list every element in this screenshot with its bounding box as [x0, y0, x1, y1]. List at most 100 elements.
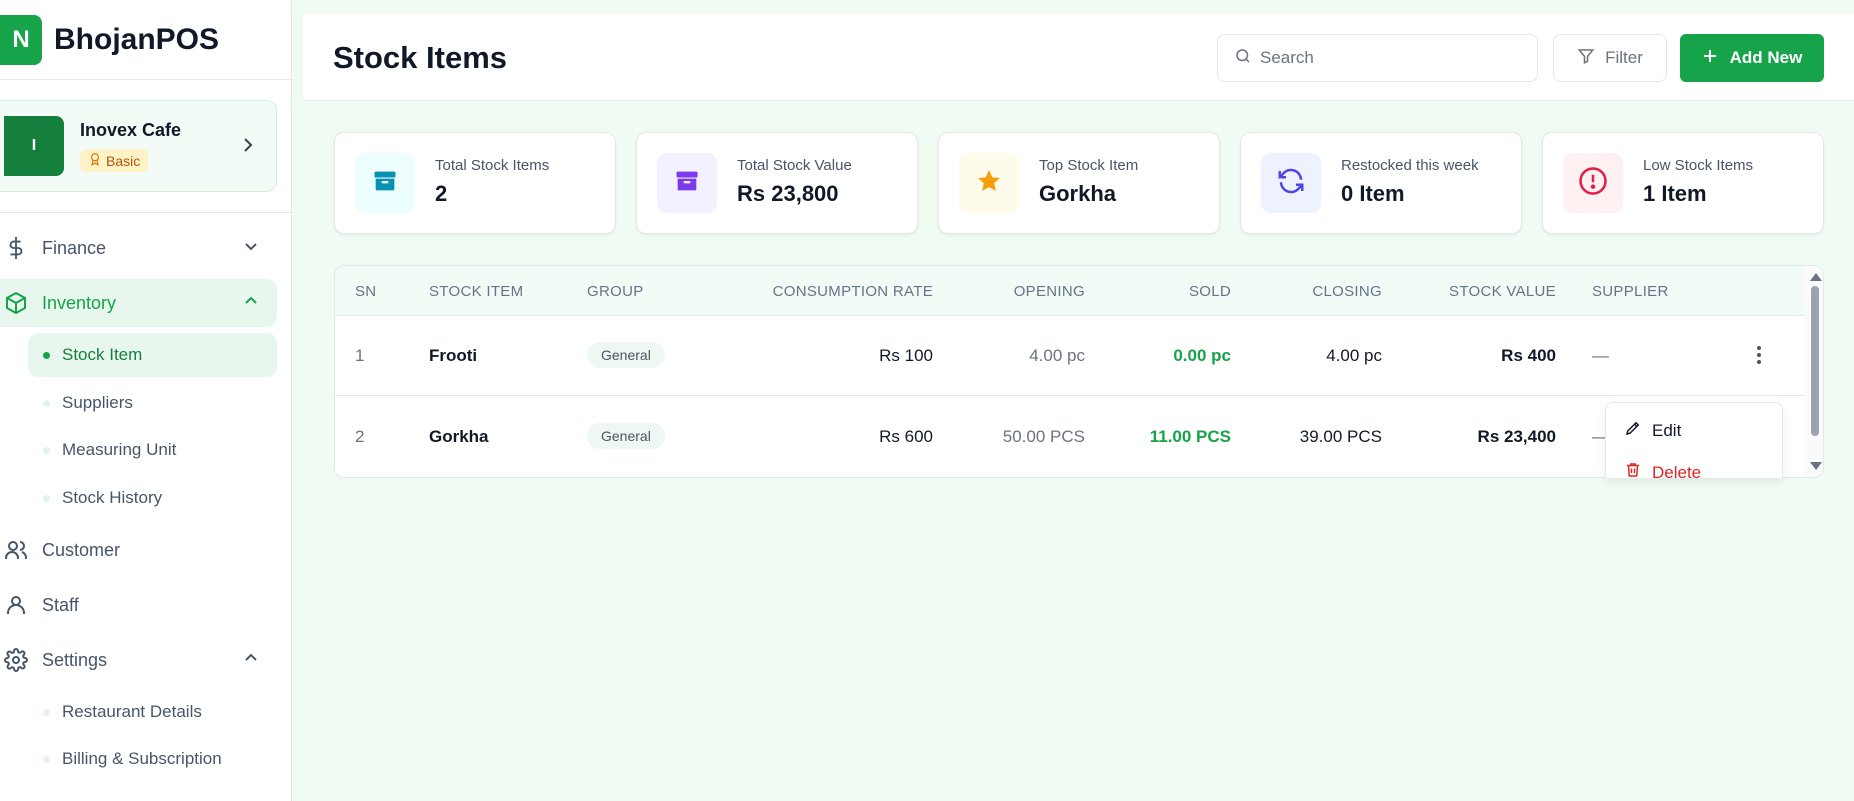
dollar-icon [2, 234, 30, 262]
stat-icon-box [959, 153, 1019, 213]
archive-icon [673, 167, 701, 200]
chevron-right-icon [240, 135, 256, 161]
column-header[interactable]: SOLD [1189, 283, 1231, 300]
sidebar-item-inventory[interactable]: Inventory [0, 279, 277, 327]
stat-label: Top Stock Item [1039, 157, 1139, 174]
sidebar-item-settings[interactable]: Settings [0, 636, 277, 684]
gear-icon [2, 646, 30, 674]
bullet [43, 755, 50, 763]
badge-icon [88, 152, 102, 169]
group-badge: General [587, 342, 665, 368]
column-header[interactable]: GROUP [587, 283, 644, 300]
bullet [43, 351, 50, 359]
column-header[interactable]: SN [355, 283, 376, 300]
star-icon [976, 168, 1002, 199]
cell-supplier: — [1592, 346, 1609, 365]
table-scrollbar[interactable] [1805, 266, 1823, 477]
stat-card-total-items: Total Stock Items 2 [334, 132, 616, 234]
column-header[interactable]: CONSUMPTION RATE [773, 283, 933, 300]
brand-logo: N [0, 14, 42, 65]
sidebar-subitem-label: Measuring Unit [62, 440, 177, 459]
row-action-menu: Edit Delete [1605, 402, 1783, 478]
stat-value: 0 Item [1341, 181, 1405, 206]
scroll-thumb[interactable] [1811, 286, 1819, 436]
stat-value: 1 Item [1643, 181, 1707, 206]
sidebar-subitem-billing[interactable]: Billing & Subscription [28, 737, 277, 781]
sidebar-subitem-stock-item[interactable]: Stock Item [28, 333, 277, 377]
cell-stock-value: Rs 400 [1501, 346, 1556, 365]
stat-icon-box [657, 153, 717, 213]
package-icon [2, 289, 30, 317]
edit-menu-item[interactable]: Edit [1624, 419, 1681, 442]
delete-menu-item[interactable]: Delete [1624, 461, 1701, 478]
stat-icon-box [1261, 153, 1321, 213]
sidebar-item-label: Staff [42, 594, 79, 615]
stat-label: Restocked this week [1341, 157, 1479, 174]
restaurant-avatar: I [4, 116, 64, 176]
cell-stock-value: Rs 23,400 [1477, 427, 1556, 446]
scroll-up-arrow[interactable] [1810, 273, 1822, 281]
restaurant-switcher[interactable]: I Inovex Cafe Basic [0, 100, 277, 192]
user-icon [2, 591, 30, 619]
cell-sn: 1 [355, 346, 365, 365]
sidebar-subitem-label: Suppliers [62, 393, 133, 412]
restaurant-name: Inovex Cafe [80, 120, 182, 140]
sidebar-item-label: Settings [42, 649, 108, 670]
sidebar-item-customer[interactable]: Customer [0, 526, 277, 574]
more-vertical-icon[interactable] [1756, 344, 1762, 371]
cell-sold: 0.00 pc [1173, 346, 1231, 365]
table-header: SN STOCK ITEM GROUP CONSUMPTION RATE OPE… [335, 266, 1805, 316]
add-new-label: Add New [1729, 48, 1803, 67]
filter-icon [1577, 47, 1595, 70]
page-title: Stock Items [333, 40, 508, 75]
sidebar-subitem-restaurant-details[interactable]: Restaurant Details [28, 690, 277, 734]
stat-value: Gorkha [1039, 181, 1117, 206]
add-new-button[interactable]: Add New [1680, 34, 1824, 82]
plus-icon [1702, 48, 1718, 69]
stat-card-total-value: Total Stock Value Rs 23,800 [636, 132, 918, 234]
cell-closing: 4.00 pc [1326, 346, 1382, 365]
stat-card-low-stock: Low Stock Items 1 Item [1542, 132, 1824, 234]
column-header[interactable]: STOCK VALUE [1449, 283, 1556, 300]
cell-consumption-rate: Rs 600 [879, 427, 933, 446]
cell-opening: 4.00 pc [1029, 346, 1085, 365]
plan-badge: Basic [80, 149, 149, 172]
sidebar-item-label: Finance [42, 237, 107, 258]
stat-label: Total Stock Value [737, 157, 852, 174]
column-header[interactable]: STOCK ITEM [429, 283, 523, 300]
brand-name: BhojanPOS [54, 22, 220, 56]
column-header[interactable]: SUPPLIER [1592, 283, 1669, 300]
plan-label: Basic [106, 152, 141, 169]
search-input[interactable] [1260, 48, 1520, 68]
sidebar-item-staff[interactable]: Staff [0, 581, 277, 629]
chevron-up-icon [243, 293, 259, 314]
sidebar-subitem-label: Restaurant Details [62, 702, 202, 721]
sidebar-item-label: Inventory [42, 292, 117, 313]
sidebar-item-finance[interactable]: Finance [0, 224, 277, 272]
pencil-icon [1624, 419, 1642, 442]
column-header[interactable]: CLOSING [1312, 283, 1382, 300]
bullet [43, 446, 50, 454]
sidebar-subitem-measuring-unit[interactable]: Measuring Unit [28, 428, 277, 472]
filter-button[interactable]: Filter [1553, 34, 1667, 82]
search-icon [1234, 47, 1252, 70]
table-row[interactable]: 1 Frooti General Rs 100 4.00 pc 0.00 pc … [335, 316, 1805, 396]
chevron-up-icon [243, 650, 259, 671]
alert-circle-icon [1578, 166, 1608, 201]
filter-label: Filter [1605, 48, 1643, 67]
sidebar-subitem-stock-history[interactable]: Stock History [28, 476, 277, 520]
archive-icon [371, 167, 399, 200]
scroll-down-arrow[interactable] [1810, 462, 1822, 470]
cell-closing: 39.00 PCS [1299, 427, 1382, 446]
sidebar-subitem-label: Billing & Subscription [62, 749, 222, 768]
search-box[interactable] [1217, 34, 1538, 82]
table-row[interactable]: 2 Gorkha General Rs 600 50.00 PCS 11.00 … [335, 397, 1805, 477]
cell-sn: 2 [355, 427, 365, 446]
cell-opening: 50.00 PCS [1002, 427, 1085, 446]
stock-items-table: SN STOCK ITEM GROUP CONSUMPTION RATE OPE… [334, 265, 1824, 478]
sidebar-subitem-suppliers[interactable]: Suppliers [28, 381, 277, 425]
stat-label: Low Stock Items [1643, 157, 1754, 174]
sidebar-item-label: Customer [42, 539, 121, 560]
column-header[interactable]: OPENING [1014, 283, 1085, 300]
group-badge: General [587, 423, 665, 449]
